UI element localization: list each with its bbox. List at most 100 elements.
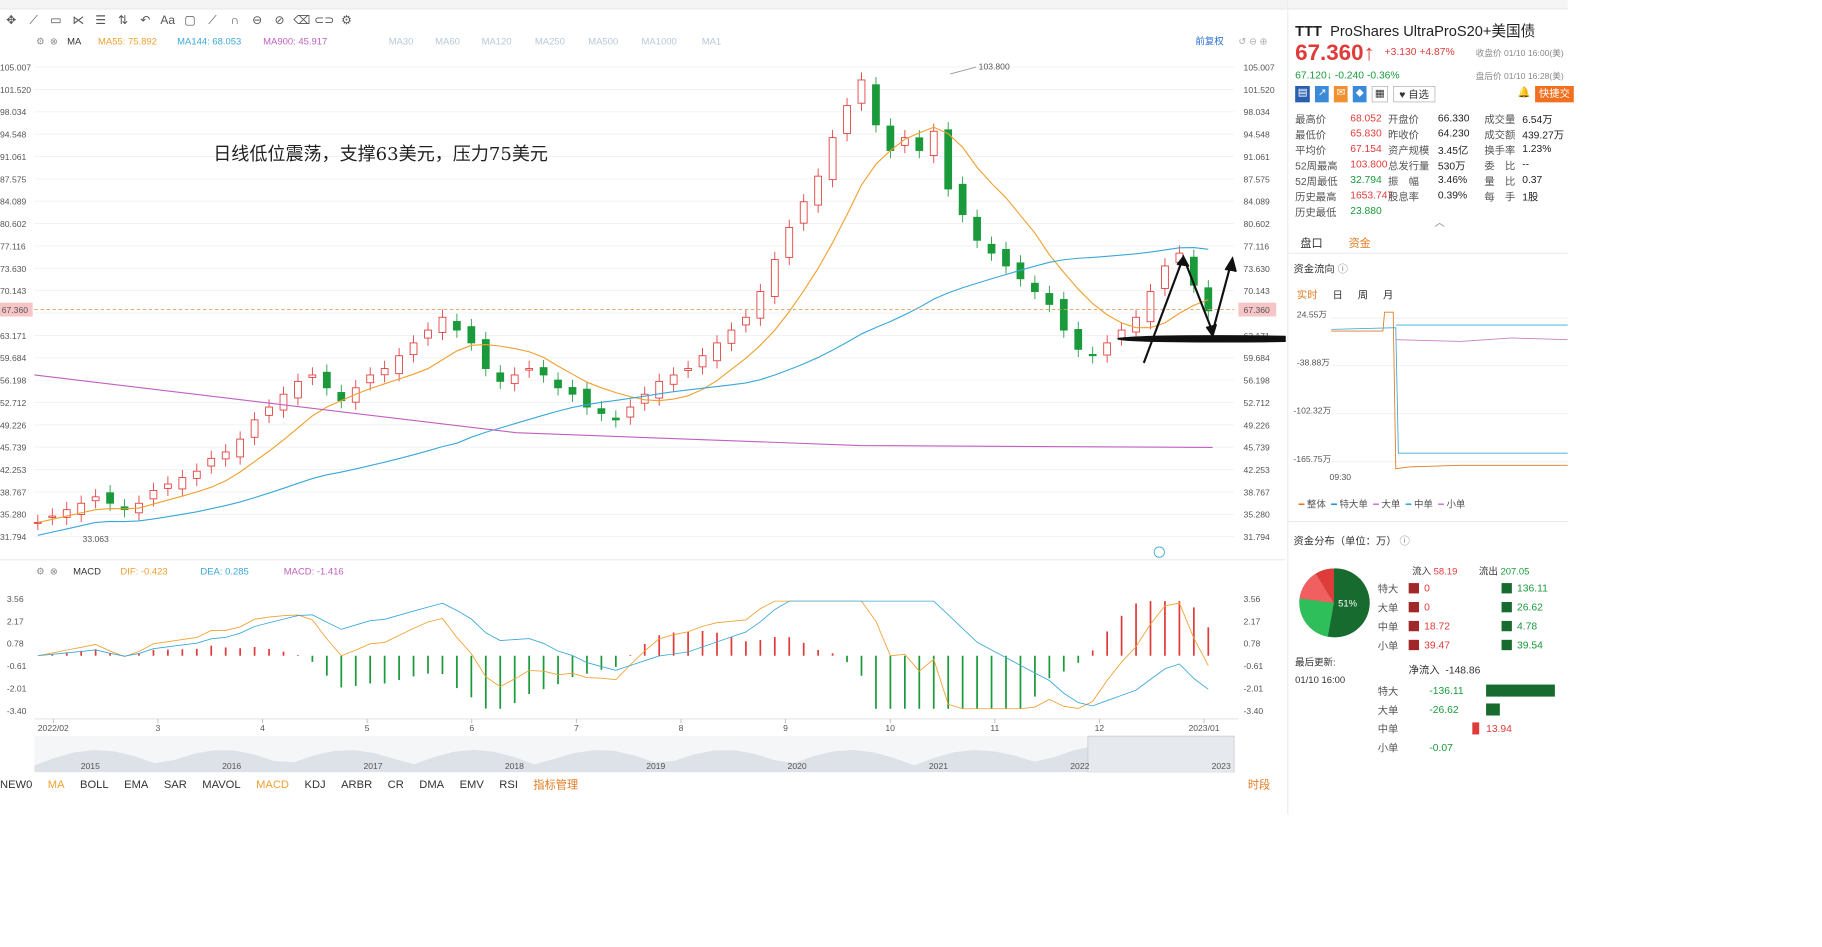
month-label: 9 — [783, 723, 788, 733]
svg-text:⊗: ⊗ — [50, 566, 58, 577]
ma-legend-name: MA — [67, 37, 82, 48]
price-tick-left: 63.171 — [0, 331, 27, 341]
note-icon[interactable]: ◆ — [1353, 86, 1367, 103]
candle-body — [322, 371, 331, 389]
kline-chart[interactable]: ⚙ ⊗ MA MA55: 75.892 MA144: 68.053 MA900:… — [0, 31, 1286, 773]
candle-body — [669, 374, 678, 385]
candle-body — [48, 515, 57, 518]
indicator-manage[interactable]: 指标管理 — [533, 775, 578, 791]
year-label: 2019 — [646, 761, 665, 771]
price-tick: 73.630 — [1244, 264, 1271, 274]
arrows-icon[interactable]: ⇅ — [112, 12, 134, 27]
bell-icon[interactable]: 🔔 — [1517, 86, 1530, 102]
candle-body — [1161, 265, 1169, 289]
month-label: 11 — [990, 723, 999, 733]
dist-title: 资金分布（单位：万） ⓘ — [1293, 534, 1410, 547]
text-icon[interactable]: Aa — [157, 13, 179, 27]
indicator-mavol[interactable]: MAVOL — [202, 777, 240, 790]
panel-tabs-strip — [1288, 0, 1568, 10]
macd-tick: -3.40 — [1244, 706, 1264, 716]
price-tag-left-text: 67.360 — [2, 305, 29, 315]
magnet-icon[interactable]: ∩ — [224, 13, 246, 27]
fork-icon[interactable]: ⋉ — [67, 12, 89, 27]
last-time: 01/10 16:00 — [1295, 675, 1346, 686]
period-button[interactable]: 时段 — [1248, 775, 1270, 791]
stats-grid: 最高价 68.052 开盘价 66.330 成交量 6.54万 最低价 65.830 昨收价 64… — [1295, 112, 1566, 220]
price-tick-left: 94.548 — [0, 130, 27, 140]
line-icon[interactable]: ⟋ — [22, 12, 44, 27]
eye-icon[interactable]: ⊘ — [268, 12, 290, 27]
indicator-emv[interactable]: EMV — [460, 777, 484, 790]
indicator-ema[interactable]: EMA — [124, 777, 148, 790]
indicator-dma[interactable]: DMA — [419, 777, 444, 790]
price-tick: 56.198 — [1244, 376, 1271, 386]
link-icon[interactable]: ⊂⊃ — [313, 12, 335, 27]
price-tick-left: 105.007 — [0, 63, 31, 73]
indicator-kdj[interactable]: KDJ — [304, 777, 325, 790]
comment-icon[interactable]: ▢ — [179, 12, 201, 27]
price-tick: 70.143 — [1244, 286, 1271, 296]
svg-text:-102.32万: -102.32万 — [1293, 406, 1331, 416]
indicator-arbr[interactable]: ARBR — [341, 777, 372, 790]
quick-trade-button[interactable]: 快捷交 — [1535, 86, 1574, 103]
indicator-rsi[interactable]: RSI — [499, 777, 518, 790]
tab-pankou[interactable]: 盘口 — [1300, 234, 1322, 250]
price-tick-left: 98.034 — [0, 107, 27, 117]
candle-body — [481, 339, 490, 369]
doc-icon[interactable]: ▦ — [1371, 86, 1389, 103]
quote-title: TTT ProShares UltraProS20+美国债 — [1295, 19, 1535, 41]
indicator-sar[interactable]: SAR — [164, 777, 187, 790]
month-label: 4 — [260, 723, 265, 733]
watch-button[interactable]: ♥ 自选 — [1393, 86, 1435, 103]
ma-extra-label: MA30 — [389, 37, 414, 48]
after-hours: 67.120↓ -0.240 -0.36% — [1295, 68, 1400, 81]
flag-icon[interactable]: ▤ — [1295, 86, 1311, 103]
candle-body — [510, 374, 519, 385]
month-label: 6 — [469, 723, 474, 733]
month-label: 7 — [574, 723, 579, 733]
candle-body — [467, 326, 476, 344]
candle-body — [424, 329, 432, 339]
candle-body — [742, 316, 750, 326]
candle-body — [1204, 287, 1213, 312]
lock-icon[interactable]: ⊖ — [246, 12, 268, 27]
share-icon[interactable]: ↗ — [1315, 86, 1330, 103]
crosshair-icon[interactable]: ✥ — [0, 12, 22, 27]
tab-zijin[interactable]: 资金 — [1348, 234, 1370, 250]
price-tick: 31.794 — [1244, 532, 1271, 542]
candle-body — [915, 137, 924, 151]
undo-arrow-icon[interactable]: ↶ — [134, 12, 156, 27]
macd-tick: 0.78 — [1244, 639, 1261, 649]
flow-tabs: 实时 日 周 月 — [1296, 288, 1394, 301]
price-tick: 91.061 — [1244, 152, 1271, 162]
month-axis: 2022/02 3 4 5 6 7 8 9 10 11 12 2023/01 — [38, 718, 1220, 733]
indicator-cr[interactable]: CR — [388, 777, 404, 790]
price-tick: 49.226 — [1244, 420, 1271, 430]
price-tick-left: 84.089 — [0, 197, 27, 207]
indicator-new0[interactable]: NEW0 — [0, 777, 32, 790]
svg-text:⚙: ⚙ — [36, 566, 44, 577]
channel-icon[interactable]: ☰ — [89, 12, 111, 27]
collapse-icon[interactable]: ︿ — [1434, 215, 1444, 230]
indicator-macd[interactable]: MACD — [256, 777, 289, 790]
indicator-ma[interactable]: MA — [48, 777, 65, 790]
macd-axis: 3.56 3.56 2.17 2.17 0.78 0.78 -0.61 -0.61 -2.01 -… — [7, 594, 1263, 716]
ruler-icon[interactable]: ⟋ — [201, 12, 223, 27]
candle-body — [554, 379, 562, 389]
gear-icon[interactable]: ⚙ — [335, 12, 357, 27]
price-tick-left: 70.143 — [0, 286, 27, 296]
adjust-toggle[interactable]: 前复权 — [1195, 36, 1224, 48]
candle-body — [250, 419, 259, 438]
year-label: 2015 — [81, 761, 100, 771]
indicator-boll[interactable]: BOLL — [80, 777, 109, 790]
candle-body — [91, 496, 100, 502]
chat-icon[interactable]: ✉ — [1334, 86, 1349, 103]
price-tick-left: 59.684 — [0, 353, 27, 363]
trash-icon[interactable]: ⌫ — [291, 12, 313, 27]
year-label: 2022 — [1070, 761, 1089, 771]
rect-icon[interactable]: ▭ — [45, 12, 67, 27]
stat-row: 52周最低 32.794 振 幅 3.46% 量 比 0.37 — [1295, 173, 1543, 188]
close-icon: ⊗ — [50, 37, 58, 48]
candles — [33, 72, 1213, 531]
peak-label: 103.800 — [979, 62, 1010, 72]
